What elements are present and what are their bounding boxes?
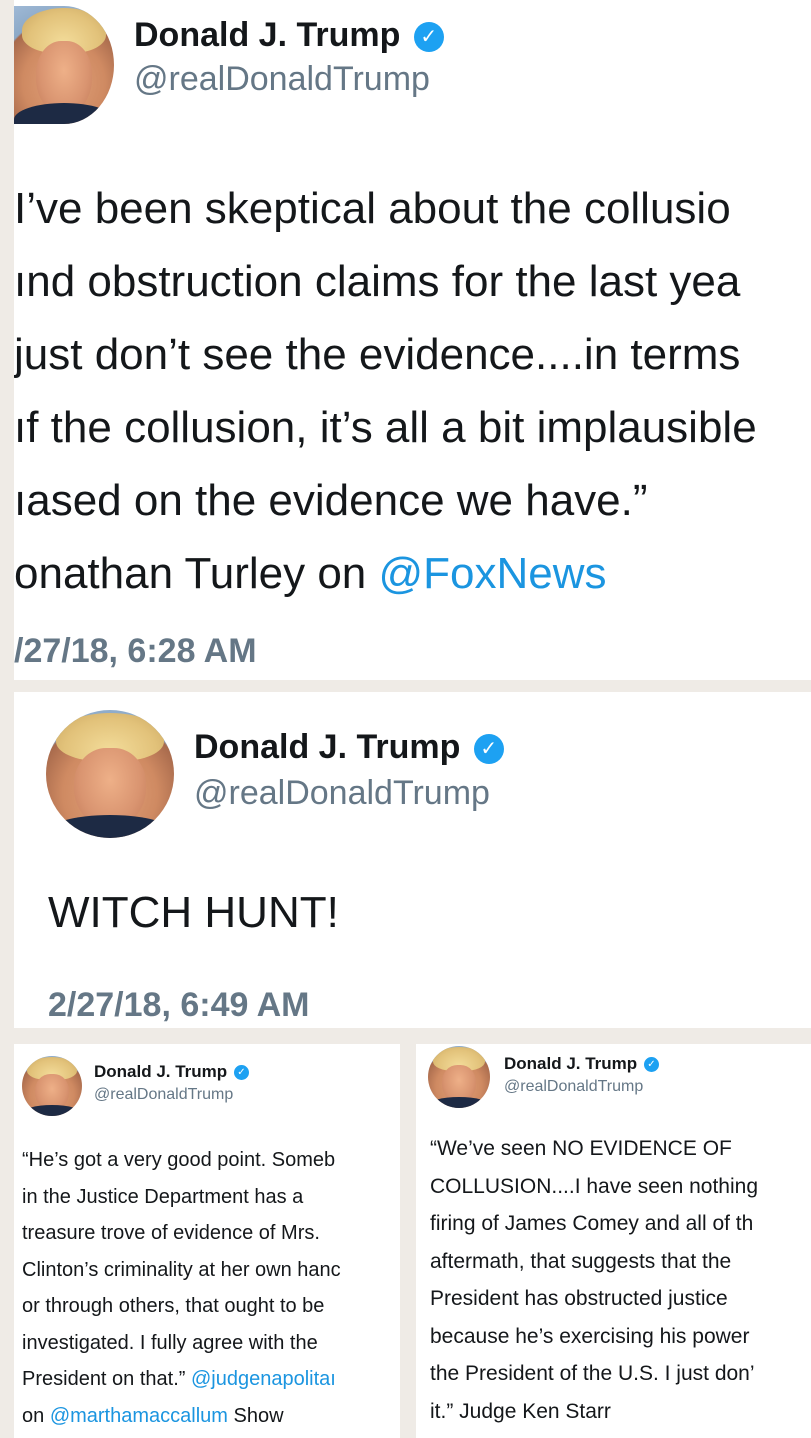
tweet-line: President on that.” @judgenapolitaı <box>22 1368 336 1390</box>
username[interactable]: @realDonaldTrump <box>134 60 430 99</box>
verified-badge-icon: ✓ <box>473 734 504 765</box>
display-name[interactable]: Donald J. Trump ✓ <box>134 16 444 55</box>
tweet-card-3: Donald J. Trump ✓ @realDonaldTrump “He’s… <box>14 1044 400 1438</box>
mention-link[interactable]: @marthamaccallum <box>50 1405 228 1427</box>
tweet-text: WITCH HUNT! <box>48 888 339 937</box>
tweet-line: or through others, that ought to be <box>22 1295 325 1317</box>
tweet-line: firing of James Comey and all of th <box>430 1212 754 1235</box>
tweet-line: treasure trove of evidence of Mrs. <box>22 1222 320 1244</box>
display-name[interactable]: Donald J. Trump ✓ <box>194 728 504 767</box>
tweet-text: “We’ve seen NO EVIDENCE OF COLLUSION....… <box>430 1130 758 1430</box>
username[interactable]: @realDonaldTrump <box>504 1078 643 1096</box>
tweet-line: “He’s got a very good point. Someb <box>22 1149 336 1171</box>
tweet-text: I’ve been skeptical about the collusio ı… <box>14 172 757 610</box>
timestamp[interactable]: 2/27/18, 6:49 AM <box>48 986 309 1025</box>
tweet-line: “We’ve seen NO EVIDENCE OF <box>430 1137 732 1160</box>
tweet-line: it.” Judge Ken Starr <box>430 1399 611 1423</box>
tweet-line: I’ve been skeptical about the collusio <box>14 184 731 233</box>
avatar[interactable] <box>46 710 174 838</box>
tweet-card-1: Donald J. Trump ✓ @realDonaldTrump I’ve … <box>14 0 811 680</box>
verified-badge-icon: ✓ <box>643 1057 659 1073</box>
username[interactable]: @realDonaldTrump <box>94 1086 233 1104</box>
tweet-line: aftermath, that suggests that the <box>430 1249 732 1273</box>
tweet-line: ıased on the evidence we have.” <box>14 476 648 525</box>
tweet-line: ınd obstruction claims for the last yea <box>14 257 741 306</box>
display-name[interactable]: Donald J. Trump ✓ <box>94 1062 249 1082</box>
mention-link[interactable]: @FoxNews <box>378 549 606 598</box>
avatar[interactable] <box>22 1056 82 1116</box>
tweet-line: investigated. I fully agree with the <box>22 1331 318 1354</box>
tweet-line: just don’t see the evidence....in terms <box>14 330 741 379</box>
tweet-line: the President of the U.S. I just don’ <box>430 1362 755 1385</box>
tweet-card-4: Donald J. Trump ✓ @realDonaldTrump “We’v… <box>416 1044 811 1438</box>
display-name[interactable]: Donald J. Trump ✓ <box>504 1054 659 1074</box>
tweet-line: in the Justice Department has a <box>22 1185 304 1208</box>
avatar[interactable] <box>428 1046 490 1108</box>
verified-badge-icon: ✓ <box>413 22 444 53</box>
tweet-line: on @marthamaccallum Show <box>22 1404 284 1427</box>
tweet-line: Clinton’s criminality at her own hanc <box>22 1258 341 1281</box>
tweet-line: President has obstructed justice <box>430 1287 728 1310</box>
tweet-line: COLLUSION....I have seen nothing <box>430 1174 759 1198</box>
verified-badge-icon: ✓ <box>233 1065 249 1081</box>
avatar[interactable] <box>14 6 114 124</box>
mention-link[interactable]: @judgenapolitaı <box>191 1368 336 1390</box>
tweet-line: ıf the collusion, it’s all a bit implaus… <box>14 403 757 452</box>
timestamp[interactable]: /27/18, 6:28 AM <box>14 632 257 671</box>
tweet-card-2: Donald J. Trump ✓ @realDonaldTrump WITCH… <box>14 692 811 1028</box>
tweet-text: “He’s got a very good point. Someb in th… <box>22 1142 341 1434</box>
tweet-line: because he’s exercising his power <box>430 1324 750 1348</box>
tweet-line: onathan Turley on @FoxNews <box>14 549 607 598</box>
username[interactable]: @realDonaldTrump <box>194 774 490 813</box>
